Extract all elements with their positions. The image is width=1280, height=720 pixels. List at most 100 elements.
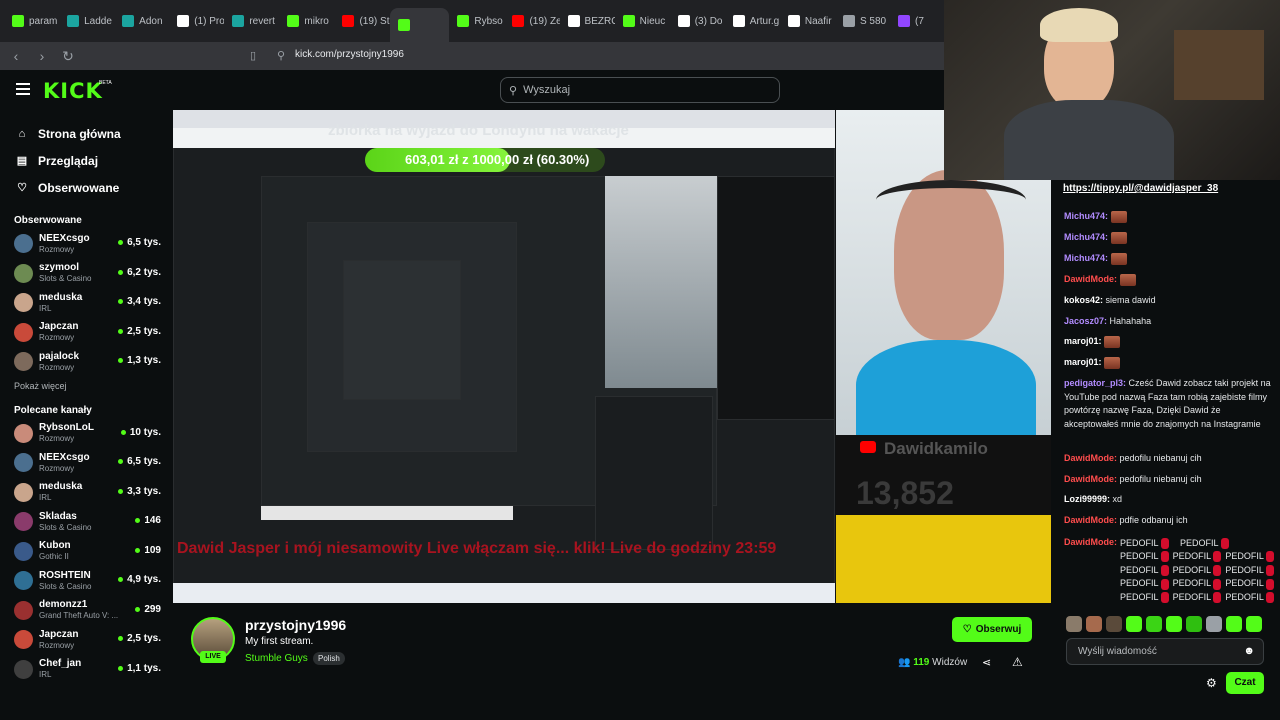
emote-icon[interactable] [1146, 616, 1162, 632]
emote-icon[interactable] [1226, 616, 1242, 632]
sidebar-channel[interactable]: szymool Slots & Casino 6,2 tys. [0, 259, 172, 289]
spam-word: PEDOFIL [1172, 591, 1212, 602]
stream-title: My first stream. [245, 636, 314, 647]
channel-viewers: 10 tys. [120, 427, 161, 438]
streamer-name[interactable]: przystojny1996 [245, 617, 346, 633]
sidebar-channel[interactable]: Japczan Rozmowy 2,5 tys. [0, 625, 172, 655]
browser-tab[interactable]: (7 [890, 6, 945, 36]
browser-tab[interactable] [389, 8, 450, 42]
show-more-link[interactable]: Pokaż więcej [0, 381, 172, 393]
sidebar-channel[interactable]: RybsonLoL Rozmowy 10 tys. [0, 419, 172, 449]
browser-tab[interactable]: (19) Ze [504, 6, 560, 36]
chat-message-spam: DawidMode: PEDOFIL PEDOFIL PEDOFIL PEDOFIL P… [1064, 536, 1274, 605]
browser-tab[interactable]: Adon [114, 6, 169, 36]
emote-icon[interactable] [1206, 616, 1222, 632]
channel-category: Rozmowy [39, 434, 75, 444]
spam-row: PEDOFIL PEDOFIL PEDOFIL [1120, 577, 1274, 591]
emote-icon[interactable] [1066, 616, 1082, 632]
video-player[interactable]: zbiórka na wyjazd do Londynu na wakacje … [173, 110, 945, 603]
nav-item-1[interactable]: ▤ Przeglądaj [16, 147, 172, 174]
chat-username[interactable]: Michu474: [1064, 211, 1108, 221]
avatar [14, 482, 33, 502]
sidebar-channel[interactable]: ROSHTEIN Slots & Casino 4,9 tys. [0, 566, 172, 596]
chat-message-input[interactable]: Wyślij wiadomość ☻ [1066, 638, 1264, 665]
nav-item-0[interactable]: ⌂ Strona główna [16, 120, 172, 147]
sidebar-channel[interactable]: Japczan Rozmowy 2,5 tys. [0, 318, 172, 348]
search-input[interactable]: ⚲ Wyszukaj [500, 77, 780, 103]
channel-viewers: 1,1 tys. [118, 663, 161, 674]
sidebar-channel[interactable]: Kubon Gothic II 109 [0, 537, 172, 567]
emoji-icon[interactable]: ☻ [1243, 645, 1255, 657]
browser-tab[interactable]: param [4, 6, 59, 36]
reload-icon[interactable]: ↻ [58, 48, 78, 65]
chat-username[interactable]: DawidMode: [1064, 515, 1117, 525]
sidebar-channel[interactable]: NEEXcsgo Rozmowy 6,5 tys. [0, 448, 172, 478]
share-icon[interactable]: ⋖ [982, 656, 991, 669]
chat-message: kokos42: siema dawid [1064, 294, 1274, 308]
sidebar-channel[interactable]: demonzz1 Grand Theft Auto V: ... 299 [0, 596, 172, 626]
chat-username[interactable]: DawidMode: [1064, 537, 1117, 547]
chat-username[interactable]: Michu474: [1064, 232, 1108, 242]
channel-text: Kubon Gothic II [39, 540, 71, 562]
spam-word: PEDOFIL [1120, 564, 1159, 575]
site-settings-icon[interactable]: ⚲ [277, 49, 285, 62]
language-tag[interactable]: Polish [313, 652, 345, 665]
sidebar-channel[interactable]: pajalock Rozmowy 1,3 tys. [0, 347, 172, 377]
bookmark-icon[interactable]: ▯ [250, 49, 256, 62]
back-icon[interactable]: ‹ [6, 48, 26, 64]
sidebar-channel[interactable]: meduska IRL 3,3 tys. [0, 478, 172, 508]
chat-username[interactable]: maroj01: [1064, 357, 1102, 367]
browser-toolbar: ‹ › ↻ ▯ ⚲ kick.com/przystojny1996 [0, 42, 945, 70]
browser-tab[interactable]: BEZRO [560, 6, 615, 36]
chat-username[interactable]: DawidMode: [1064, 274, 1117, 284]
emote-icon[interactable] [1106, 616, 1122, 632]
browser-tab[interactable]: S 580 [835, 6, 890, 36]
browser-tab[interactable]: mikro [279, 6, 334, 36]
sidebar-channel[interactable]: NEEXcsgo Rozmowy 6,5 tys. [0, 229, 172, 259]
browser-tab[interactable]: (3) Do [670, 6, 725, 36]
browser-tab[interactable]: Ladde [59, 6, 114, 36]
chat-username[interactable]: Jacosz07: [1064, 316, 1107, 326]
emote-icon[interactable] [1246, 616, 1262, 632]
browser-tab[interactable]: (19) St [334, 6, 389, 36]
browser-tab[interactable]: revert [224, 6, 279, 36]
sidebar: ⌂ Strona główna ▤ Przeglądaj ♡ Obserwowane Ob… [0, 110, 172, 720]
forward-icon[interactable]: › [32, 48, 52, 64]
emote-icon[interactable] [1186, 616, 1202, 632]
emote-icon[interactable] [1086, 616, 1102, 632]
chat-username[interactable]: Lozi99999: [1064, 494, 1110, 504]
browser-tab[interactable]: Artur.g [725, 6, 780, 36]
follow-button[interactable]: ♡ Obserwuj [952, 617, 1032, 642]
address-bar[interactable]: kick.com/przystojny1996 [295, 49, 404, 60]
channel-category: Rozmowy [39, 362, 75, 372]
nav-item-2[interactable]: ♡ Obserwowane [16, 174, 172, 201]
blood-emote-icon [1160, 565, 1169, 577]
sidebar-channel[interactable]: Skladas Slots & Casino 146 [0, 507, 172, 537]
chat-username[interactable]: DawidMode: [1064, 474, 1117, 484]
report-icon[interactable]: ⚠ [1012, 655, 1023, 669]
sidebar-channel[interactable]: Chef_jan IRL 1,1 tys. [0, 655, 172, 685]
chat-settings-gear-icon[interactable]: ⚙ [1206, 676, 1217, 690]
emote-icon[interactable] [1126, 616, 1142, 632]
chat-username[interactable]: Michu474: [1064, 253, 1108, 263]
recommended-title: Polecane kanały [14, 404, 92, 416]
spam-word: PEDOFIL [1180, 537, 1219, 548]
menu-icon[interactable] [16, 83, 30, 95]
chat-username[interactable]: kokos42: [1064, 295, 1103, 305]
chat-username[interactable]: maroj01: [1064, 336, 1102, 346]
emote-icon[interactable] [1166, 616, 1182, 632]
kick-logo[interactable]: KICK [43, 79, 103, 103]
tab-favicon-icon [457, 15, 470, 27]
chat-pinned-link[interactable]: https://tippy.pl/@dawidjasper_38 [1063, 183, 1218, 194]
spam-word: PEDOFIL [1225, 551, 1264, 562]
channel-viewers: 4,9 tys. [118, 574, 161, 585]
browser-tab[interactable]: Nieuc [615, 6, 670, 36]
chat-username[interactable]: DawidMode: [1064, 453, 1117, 463]
browser-tab[interactable]: Naafir [780, 6, 835, 36]
chat-send-button[interactable]: Czat [1226, 672, 1264, 694]
sidebar-channel[interactable]: meduska IRL 3,4 tys. [0, 288, 172, 318]
browser-tab[interactable]: Rybso [449, 6, 504, 36]
stream-category-link[interactable]: Stumble Guys [245, 653, 308, 664]
browser-tab[interactable]: (1) Pro [169, 6, 224, 36]
chat-username[interactable]: pedigator_pl3: [1064, 378, 1126, 388]
